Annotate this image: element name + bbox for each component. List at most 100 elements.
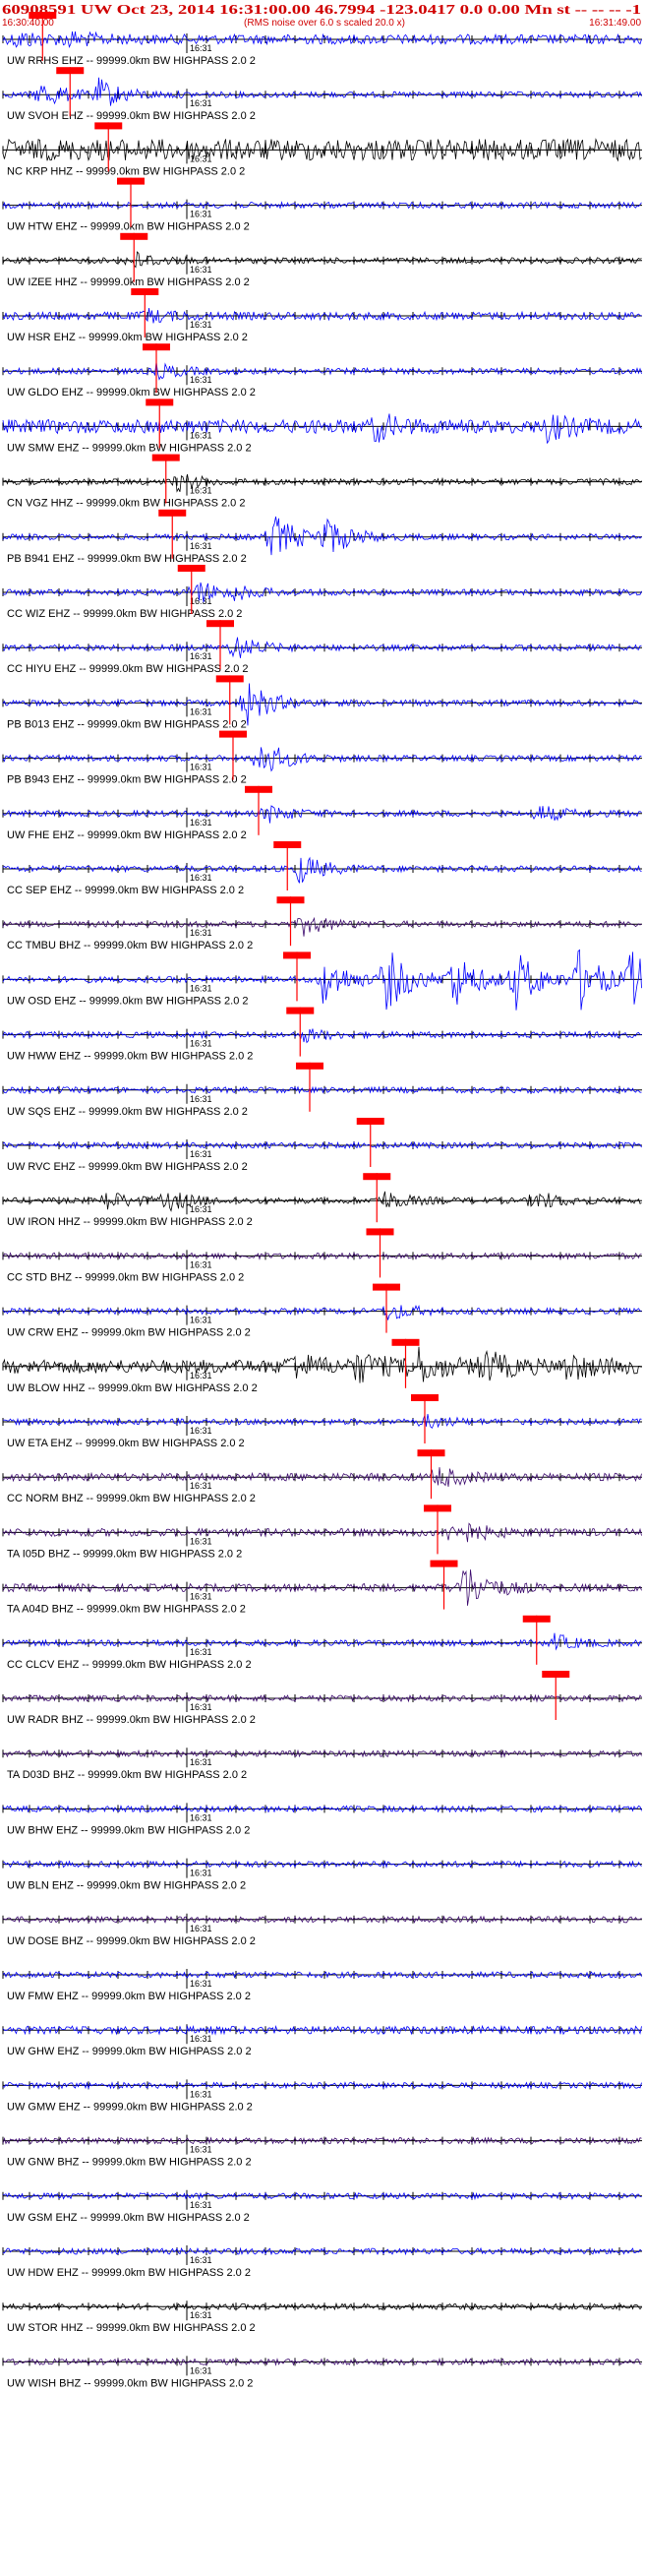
trace-row: 16:31 TA I05D BHZ -- 99999.0km BW HIGHPAS… xyxy=(2,1504,642,1560)
station-label: UW BLOW HHZ -- 99999.0km BW HIGHPASS 2.0… xyxy=(7,1382,258,1394)
waveform xyxy=(2,516,642,556)
minute-label: 16:31 xyxy=(190,706,212,716)
minute-label: 16:31 xyxy=(190,928,212,938)
waveform xyxy=(2,251,642,269)
waveform xyxy=(2,1028,642,1044)
station-label: UW HTW EHZ -- 99999.0km BW HIGHPASS 2.0 … xyxy=(7,221,250,233)
pick-flag xyxy=(143,343,170,351)
pick-flag xyxy=(283,951,311,959)
minute-label: 16:31 xyxy=(190,1316,212,1325)
station-label: NC KRP HHZ -- 99999.0km BW HIGHPASS 2.0 … xyxy=(7,165,245,177)
station-label: UW GHW EHZ -- 99999.0km BW HIGHPASS 2.0 … xyxy=(7,2046,252,2057)
station-label: UW ETA EHZ -- 99999.0km BW HIGHPASS 2.0 … xyxy=(7,1438,245,1449)
pick-flag xyxy=(363,1173,391,1181)
station-label: UW CRW EHZ -- 99999.0km BW HIGHPASS 2.0 … xyxy=(7,1327,251,1339)
trace-row: 16:31 UW GNW BHZ -- 99999.0km BW HIGHPASS… xyxy=(2,2134,642,2169)
minute-label: 16:31 xyxy=(190,873,212,883)
minute-label: 16:31 xyxy=(190,651,212,661)
minute-label: 16:31 xyxy=(190,1592,212,1602)
station-label: TA A04D BHZ -- 99999.0km BW HIGHPASS 2.0… xyxy=(7,1604,246,1616)
station-label: TA D03D BHZ -- 99999.0km BW HIGHPASS 2.0… xyxy=(7,1769,247,1781)
station-label: UW IZEE HHZ -- 99999.0km BW HIGHPASS 2.0… xyxy=(7,276,250,288)
minute-label: 16:31 xyxy=(190,1757,212,1767)
station-label: UW RRHS EHZ -- 99999.0km BW HIGHPASS 2.0… xyxy=(7,55,256,67)
pick-flag xyxy=(120,232,148,240)
station-label: CC HIYU EHZ -- 99999.0km BW HIGHPASS 2.0… xyxy=(7,663,249,675)
pick-flag xyxy=(151,454,180,461)
station-label: UW WISH BHZ -- 99999.0km BW HIGHPASS 2.0… xyxy=(7,2377,253,2389)
trace-row: 16:31 UW ETA EHZ -- 99999.0km BW HIGHPASS… xyxy=(2,1394,642,1449)
waveform xyxy=(2,1304,642,1320)
station-label: PB B013 EHZ -- 99999.0km BW HIGHPASS 2.0… xyxy=(7,718,247,730)
station-label: UW OSD EHZ -- 99999.0km BW HIGHPASS 2.0 … xyxy=(7,995,249,1007)
trace-row: 16:31 CC SEP EHZ -- 99999.0km BW HIGHPASS… xyxy=(2,841,642,896)
pick-flag xyxy=(276,896,305,904)
station-label: UW HDW EHZ -- 99999.0km BW HIGHPASS 2.0 … xyxy=(7,2267,251,2279)
station-label: UW SMW EHZ -- 99999.0km BW HIGHPASS 2.0 … xyxy=(7,442,252,454)
pick-flag xyxy=(430,1560,458,1567)
station-label: CC CLCV EHZ -- 99999.0km BW HIGHPASS 2.0… xyxy=(7,1659,252,1671)
minute-label: 16:31 xyxy=(190,1039,212,1049)
pick-flag xyxy=(219,730,247,738)
trace-row: 16:31UW SMW EHZ -- 99999.0km BW HIGHPASS… xyxy=(2,399,642,454)
pick-flag xyxy=(177,565,205,572)
minute-label: 16:31 xyxy=(190,1426,212,1436)
trace-row: 16:31 UW RVC EHZ -- 99999.0km BW HIGHPASS… xyxy=(2,1118,642,1173)
minute-label: 16:31 xyxy=(190,2310,212,2320)
pick-flag xyxy=(542,1671,570,1678)
station-label: UW STOR HHZ -- 99999.0km BW HIGHPASS 2.0… xyxy=(7,2322,256,2334)
minute-label: 16:31 xyxy=(190,2365,212,2375)
pick-flag xyxy=(366,1228,394,1236)
waveform xyxy=(2,77,642,106)
trace-row: 16:31 UW GLDO EHZ -- 99999.0km BW HIGHPAS… xyxy=(2,343,642,399)
waveform xyxy=(2,747,642,772)
pick-flag xyxy=(356,1118,384,1125)
minute-label: 16:31 xyxy=(190,2145,212,2155)
trace-row: 16:31 UW WISH BHZ -- 99999.0km BW HIGHPAS… xyxy=(2,2356,642,2389)
trace-row: 16:31 UW DOSE BHZ -- 99999.0km BW HIGHPAS… xyxy=(2,1913,642,1947)
station-label: UW IRON HHZ -- 99999.0km BW HIGHPASS 2.0… xyxy=(7,1216,253,1228)
minute-label: 16:31 xyxy=(190,1702,212,1712)
minute-label: 16:31 xyxy=(190,486,212,496)
waveform xyxy=(2,413,642,445)
pick-flag xyxy=(146,399,174,406)
pick-flag xyxy=(29,12,57,19)
station-label: CN VGZ HHZ -- 99999.0km BW HIGHPASS 2.0 … xyxy=(7,498,245,510)
station-label: UW SQS EHZ -- 99999.0km BW HIGHPASS 2.0 … xyxy=(7,1106,248,1118)
minute-label: 16:31 xyxy=(190,2089,212,2099)
trace-row: 16:31UW FHE EHZ -- 99999.0km BW HIGHPASS… xyxy=(2,785,642,841)
trace-row: 16:31 UW GSM EHZ -- 99999.0km BW HIGHPASS… xyxy=(2,2189,642,2224)
minute-label: 16:31 xyxy=(190,1869,212,1878)
minute-label: 16:31 xyxy=(190,1924,212,1933)
noise-note: (RMS noise over 6.0 s scaled 20.0 x) xyxy=(244,18,405,29)
minute-label: 16:31 xyxy=(190,320,212,330)
station-label: UW BHW EHZ -- 99999.0km BW HIGHPASS 2.0 … xyxy=(7,1824,250,1836)
station-label: UW RADR BHZ -- 99999.0km BW HIGHPASS 2.0… xyxy=(7,1714,256,1726)
trace-row: 16:31 UW BHW EHZ -- 99999.0km BW HIGHPASS… xyxy=(2,1803,642,1836)
station-label: UW FMW EHZ -- 99999.0km BW HIGHPASS 2.0 … xyxy=(7,1991,251,2002)
waveform xyxy=(2,1414,642,1429)
station-label: UW GLDO EHZ -- 99999.0km BW HIGHPASS 2.0… xyxy=(7,387,256,399)
minute-label: 16:31 xyxy=(190,818,212,828)
pick-flag xyxy=(131,288,159,295)
pick-flag xyxy=(522,1615,551,1623)
station-label: PB B943 EHZ -- 99999.0km BW HIGHPASS 2.0… xyxy=(7,774,247,786)
trace-row: 16:31 TA D03D BHZ -- 99999.0km BW HIGHPAS… xyxy=(2,1748,642,1781)
minute-label: 16:31 xyxy=(190,596,212,606)
trace-row: 16:31UW IZEE HHZ -- 99999.0km BW HIGHPAS… xyxy=(2,232,642,288)
trace-row: 16:31 PB B013 EHZ -- 99999.0km BW HIGHPAS… xyxy=(2,675,642,730)
trace-row: 16:31 CC HIYU EHZ -- 99999.0km BW HIGHPAS… xyxy=(2,620,642,675)
station-label: UW RVC EHZ -- 99999.0km BW HIGHPASS 2.0 … xyxy=(7,1161,248,1173)
trace-row: 16:31 PB B943 EHZ -- 99999.0km BW HIGHPAS… xyxy=(2,730,642,786)
station-label: TA I05D BHZ -- 99999.0km BW HIGHPASS 2.0… xyxy=(7,1548,242,1560)
pick-flag xyxy=(56,67,85,75)
station-label: CC NORM BHZ -- 99999.0km BW HIGHPASS 2.0… xyxy=(7,1493,256,1504)
trace-row: 16:31 UW BLN EHZ -- 99999.0km BW HIGHPASS… xyxy=(2,1858,642,1892)
minute-label: 16:31 xyxy=(190,763,212,772)
end-time: 16:31:49.00 xyxy=(589,18,641,29)
minute-label: 16:31 xyxy=(190,1979,212,1989)
trace-row: 16:31 UW SQS EHZ -- 99999.0km BW HIGHPASS… xyxy=(2,1062,642,1118)
trace-row: 16:31 UW HDW EHZ -- 99999.0km BW HIGHPASS… xyxy=(2,2245,642,2279)
pick-flag xyxy=(117,177,145,185)
pick-flag xyxy=(424,1504,451,1512)
